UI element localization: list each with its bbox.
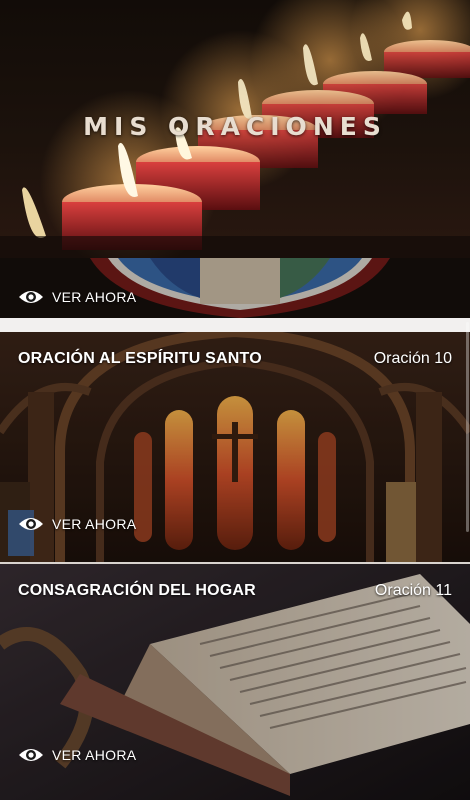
page-title: MIS ORACIONES [83, 112, 387, 141]
eye-icon [19, 291, 43, 303]
section-divider [0, 318, 470, 332]
view-now-label: VER AHORA [52, 289, 137, 305]
app-root: MIS ORACIONES VER AHORA ORACIÓN AL ESPÍR… [0, 0, 470, 800]
hero-banner: MIS ORACIONES [0, 0, 470, 258]
prayer-card[interactable]: VER AHORA [0, 258, 470, 318]
prayer-card[interactable]: ORACIÓN AL ESPÍRITU SANTO Oración 10 VER… [0, 332, 470, 562]
scrollbar[interactable] [466, 322, 469, 532]
eye-icon [19, 518, 43, 530]
view-now-label: VER AHORA [52, 516, 137, 532]
view-now-label: VER AHORA [52, 747, 137, 763]
eye-icon [19, 749, 43, 761]
prayer-card[interactable]: CONSAGRACIÓN DEL HOGAR Oración 11 VER AH… [0, 564, 470, 800]
prayer-number: Oración 10 [373, 350, 452, 367]
prayer-number: Oración 11 [374, 582, 452, 599]
view-now-button[interactable]: VER AHORA [18, 746, 136, 764]
prayer-title: ORACIÓN AL ESPÍRITU SANTO [18, 350, 262, 367]
view-now-button[interactable]: VER AHORA [18, 288, 136, 306]
view-now-button[interactable]: VER AHORA [18, 515, 136, 533]
prayer-title: CONSAGRACIÓN DEL HOGAR [18, 582, 256, 599]
